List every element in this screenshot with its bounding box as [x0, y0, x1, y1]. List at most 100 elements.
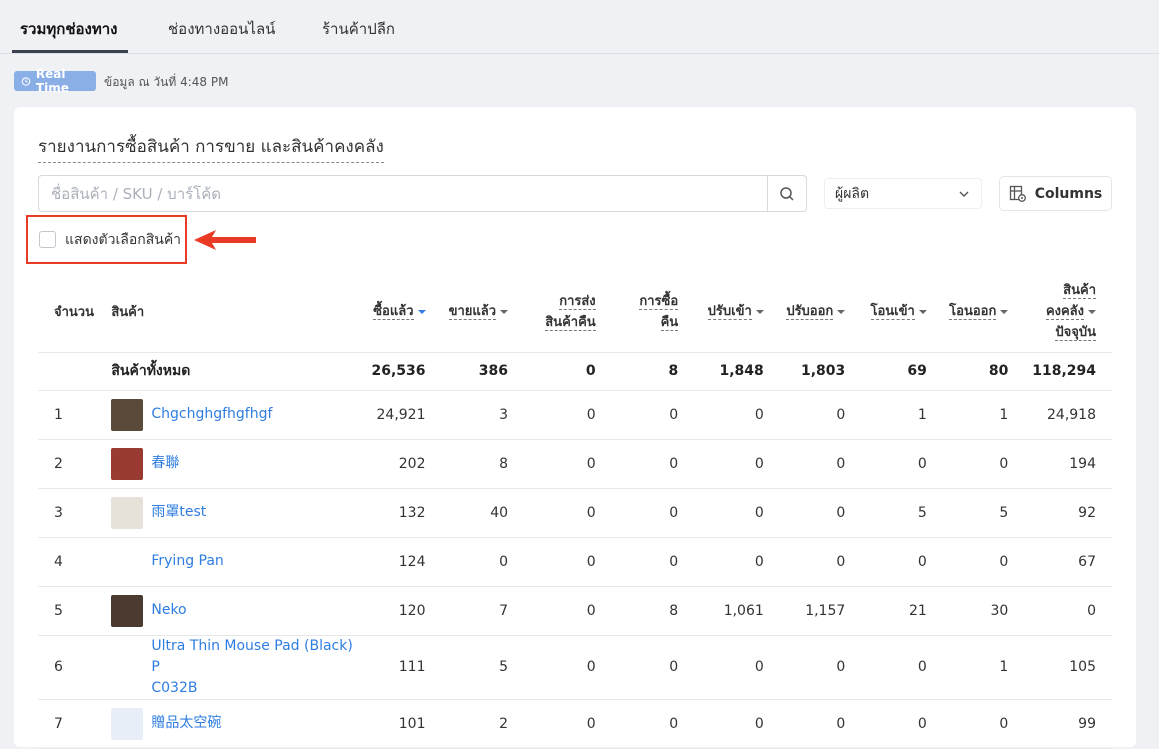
table-row: 2 春聯 202 8 0 0 0 0 0 0 194: [38, 439, 1112, 489]
total-label: สินค้าทั้งหมด: [111, 352, 356, 391]
table-cell: 67: [1024, 537, 1112, 587]
col-header-transfer-out[interactable]: โอนออก: [942, 272, 1025, 353]
row-index: 7: [38, 699, 112, 749]
product-link[interactable]: 雨罩test: [151, 502, 206, 523]
report-card: รายงานการซื้อสินค้า การขาย และสินค้าคงคล…: [14, 107, 1136, 749]
columns-settings-icon: [1009, 185, 1026, 202]
product-cell: Chgchghgfhgfhgf: [111, 390, 356, 440]
product-info: Neko: [111, 594, 356, 627]
table-cell: 0: [779, 390, 862, 440]
product-info: 春聯: [111, 447, 356, 480]
product-link[interactable]: Ultra Thin Mouse Pad (Black) P C032B: [151, 636, 356, 699]
table-cell: 8: [611, 586, 695, 636]
table-cell: 202: [355, 439, 442, 489]
col-header-current-stock[interactable]: สินค้า คงคลัง ปัจจุบัน: [1024, 272, 1112, 353]
row-index: 1: [38, 390, 112, 440]
realtime-badge: Real Time: [14, 67, 96, 95]
table-cell: 0: [611, 699, 695, 749]
col-header-purchase-return[interactable]: การซื้อ คืน: [611, 272, 695, 353]
table-cell: 0: [1024, 586, 1112, 636]
col-header-adjust-out[interactable]: ปรับออก: [779, 272, 862, 353]
product-cell: 春聯: [111, 439, 356, 489]
product-name-line: Ultra Thin Mouse Pad (Black) P: [151, 637, 353, 675]
tab-retail[interactable]: ร้านค้าปลีก: [322, 17, 395, 41]
product-thumbnail: [111, 707, 144, 740]
col-header-purchased[interactable]: ซื้อแล้ว: [355, 272, 442, 353]
product-link[interactable]: Frying Pan: [151, 551, 223, 572]
col-header-return-shipment[interactable]: การส่ง สินค้าคืน: [524, 272, 612, 353]
table-cell: 0: [779, 537, 862, 587]
table-cell: 5: [942, 488, 1025, 538]
chevron-down-icon: [959, 191, 969, 197]
columns-button[interactable]: Columns: [999, 176, 1112, 211]
total-cell: 0: [524, 352, 612, 391]
table-cell: 0: [779, 488, 862, 538]
tab-online[interactable]: ช่องทางออนไลน์: [168, 17, 275, 41]
table-cell: 1,061: [694, 586, 780, 636]
table-row: 4 Frying Pan 124 0 0 0 0 0 0 0 67: [38, 537, 1112, 587]
table-cell: 101: [355, 699, 442, 749]
table-cell: 0: [942, 439, 1025, 489]
tab-all-channels[interactable]: รวมทุกช่องทาง: [20, 17, 118, 41]
table-cell: 0: [694, 488, 780, 538]
table-cell: 0: [694, 439, 780, 489]
table-cell: 0: [524, 635, 612, 700]
report-title: รายงานการซื้อสินค้า การขาย และสินค้าคงคล…: [38, 133, 384, 163]
total-cell: 1,848: [694, 352, 780, 391]
product-cell: Neko: [111, 586, 356, 636]
table-cell: 0: [441, 537, 525, 587]
table-cell: 21: [861, 586, 943, 636]
active-tab-indicator: [12, 50, 128, 53]
product-cell: 雨罩test: [111, 488, 356, 538]
product-cell: Frying Pan: [111, 537, 356, 587]
product-link[interactable]: 春聯: [151, 453, 179, 474]
table-cell: 2: [441, 699, 525, 749]
col-header-sold[interactable]: ขายแล้ว: [441, 272, 525, 353]
search-button[interactable]: [767, 176, 806, 211]
product-link[interactable]: 贈品太空碗: [151, 713, 221, 734]
product-link[interactable]: Chgchghgfhgfhgf: [151, 404, 272, 425]
product-cell: 贈品太空碗: [111, 699, 356, 749]
table-cell: 105: [1024, 635, 1112, 700]
table-row: 7 贈品太空碗 101 2 0 0 0 0 0 0 99: [38, 699, 1112, 749]
search-input[interactable]: [39, 176, 767, 211]
columns-label: Columns: [1034, 185, 1103, 202]
red-arrow-annotation: [194, 230, 256, 250]
table-cell: 5: [861, 488, 943, 538]
table-cell: 1: [942, 635, 1025, 700]
table-cell: 8: [441, 439, 525, 489]
col-header-product: สินค้า: [111, 272, 356, 353]
table-cell: 0: [942, 699, 1025, 749]
show-variants-option[interactable]: แสดงตัวเลือกสินค้า: [26, 215, 187, 264]
col-header-transfer-in[interactable]: โอนเข้า: [861, 272, 943, 353]
table-cell: 132: [355, 488, 442, 538]
product-thumbnail: [111, 496, 144, 529]
product-link[interactable]: Neko: [151, 600, 186, 621]
table-cell: 0: [694, 699, 780, 749]
manufacturer-select[interactable]: ผู้ผลิต: [824, 178, 982, 209]
table-cell: 0: [942, 537, 1025, 587]
table-cell: 1,157: [779, 586, 862, 636]
table-cell: 1: [942, 390, 1025, 440]
table-cell: 30: [942, 586, 1025, 636]
manufacturer-label: ผู้ผลิต: [835, 185, 870, 202]
show-variants-checkbox[interactable]: [39, 231, 56, 248]
table-cell: 124: [355, 537, 442, 587]
table-cell: 0: [524, 488, 612, 538]
row-index: 2: [38, 439, 112, 489]
product-info: Ultra Thin Mouse Pad (Black) P C032B: [111, 636, 356, 699]
product-thumbnail: [111, 594, 144, 627]
realtime-label: Real Time: [35, 67, 69, 95]
col-header-adjust-in[interactable]: ปรับเข้า: [694, 272, 780, 353]
product-cell: Ultra Thin Mouse Pad (Black) P C032B: [111, 635, 356, 700]
table-cell: 0: [861, 537, 943, 587]
product-thumbnail: [111, 545, 144, 578]
report-table: จำนวน สินค้า ซื้อแล้ว ขายแล้ว การส่ง สินค…: [38, 272, 1112, 749]
table-cell: 0: [779, 699, 862, 749]
product-info: 雨罩test: [111, 496, 356, 529]
table-cell: 0: [694, 537, 780, 587]
table-cell: 194: [1024, 439, 1112, 489]
table-cell: 0: [694, 390, 780, 440]
history-icon: [21, 76, 31, 86]
total-cell: 118,294: [1024, 352, 1112, 391]
